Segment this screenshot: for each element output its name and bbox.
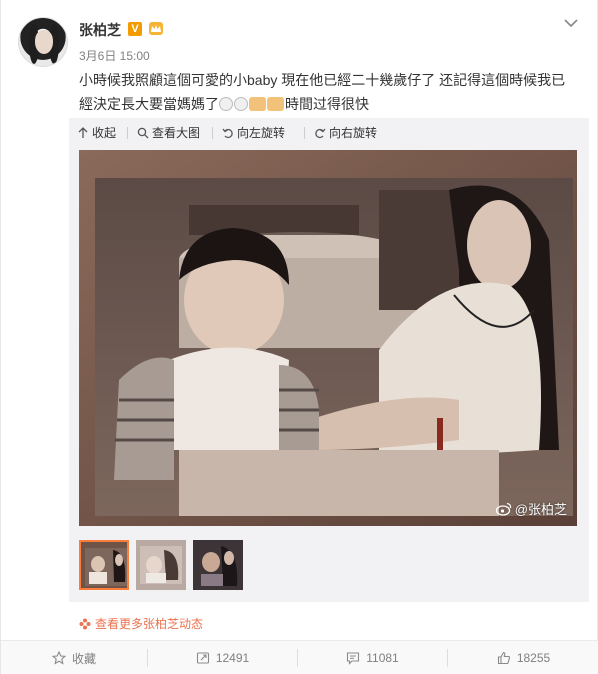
rotate-right-button[interactable]: 向右旋转 — [314, 124, 377, 141]
post-text-part2: 時間过得很快 — [285, 96, 369, 112]
thumbnail-image — [193, 540, 243, 590]
view-large-label: 查看大图 — [152, 126, 201, 140]
thumbs-up-icon — [497, 651, 510, 665]
more-posts-label: 查看更多张柏芝动态 — [95, 617, 204, 631]
like-button[interactable]: 18255 — [448, 641, 598, 674]
rotate-right-label: 向右旋转 — [329, 126, 378, 140]
thumbnail-image — [136, 540, 186, 590]
comment-button[interactable]: 11081 — [298, 641, 447, 674]
collapse-button[interactable]: 收起 — [77, 124, 116, 141]
weibo-logo-icon — [495, 502, 511, 516]
favorite-label: 收藏 — [71, 651, 96, 666]
repost-count: 12491 — [215, 651, 250, 665]
toolbar-divider — [304, 127, 305, 139]
comment-count: 11081 — [366, 651, 399, 665]
arrow-up-icon — [78, 126, 88, 138]
main-photo[interactable]: @张柏芝 — [79, 150, 577, 526]
username-link[interactable]: 张柏芝 — [79, 20, 121, 40]
thumbs-up-emoji-icon — [249, 97, 266, 111]
like-count: 18255 — [516, 651, 551, 665]
toolbar-divider — [127, 127, 128, 139]
star-icon — [51, 651, 66, 665]
toolbar-divider — [212, 127, 213, 139]
chevron-down-icon[interactable] — [563, 16, 579, 30]
member-crown-icon[interactable] — [148, 21, 164, 36]
more-posts-link[interactable]: 查看更多张柏芝动态 — [79, 615, 203, 632]
rotate-left-label: 向左旋转 — [237, 126, 286, 140]
repost-icon — [196, 652, 209, 664]
thumbnail-1[interactable] — [79, 540, 129, 590]
photo-image — [79, 150, 577, 526]
search-icon — [137, 127, 149, 138]
action-bar: 收藏 12491 11081 18255 — [1, 640, 598, 674]
favorite-button[interactable]: 收藏 — [1, 641, 147, 674]
emoji-face-icon — [234, 97, 248, 111]
post-timestamp[interactable]: 3月6日 15:00 — [79, 47, 150, 64]
thumbs-up-emoji-icon — [267, 97, 284, 111]
photo-watermark: @张柏芝 — [495, 499, 567, 518]
rotate-left-icon — [222, 128, 233, 138]
post-text: 小時候我照顧這個可愛的小baby 現在他已經二十幾歲仔了 还記得這個時候我已經決… — [79, 68, 579, 116]
comment-icon — [347, 652, 360, 665]
thumbnail-image — [81, 542, 127, 588]
thumbnail-3[interactable] — [193, 540, 243, 590]
thumbnail-2[interactable] — [136, 540, 186, 590]
rotate-left-button[interactable]: 向左旋转 — [222, 124, 285, 141]
weibo-post-card: 张柏芝 V 3月6日 15:00 小時候我照顧這個可愛的小baby 現在他已經二… — [0, 0, 598, 674]
avatar[interactable] — [18, 17, 68, 67]
flower-icon — [79, 618, 91, 629]
media-box: 收起 查看大图 向左旋转 向右旋转 @张柏芝 — [69, 118, 589, 602]
view-large-button[interactable]: 查看大图 — [137, 124, 200, 141]
verified-badge-icon[interactable]: V — [128, 22, 142, 36]
rotate-right-icon — [315, 128, 326, 138]
collapse-label: 收起 — [92, 126, 117, 140]
avatar-face — [35, 30, 53, 54]
repost-button[interactable]: 12491 — [148, 641, 297, 674]
emoji-face-icon — [219, 97, 233, 111]
photo-watermark-text: @张柏芝 — [514, 502, 567, 517]
